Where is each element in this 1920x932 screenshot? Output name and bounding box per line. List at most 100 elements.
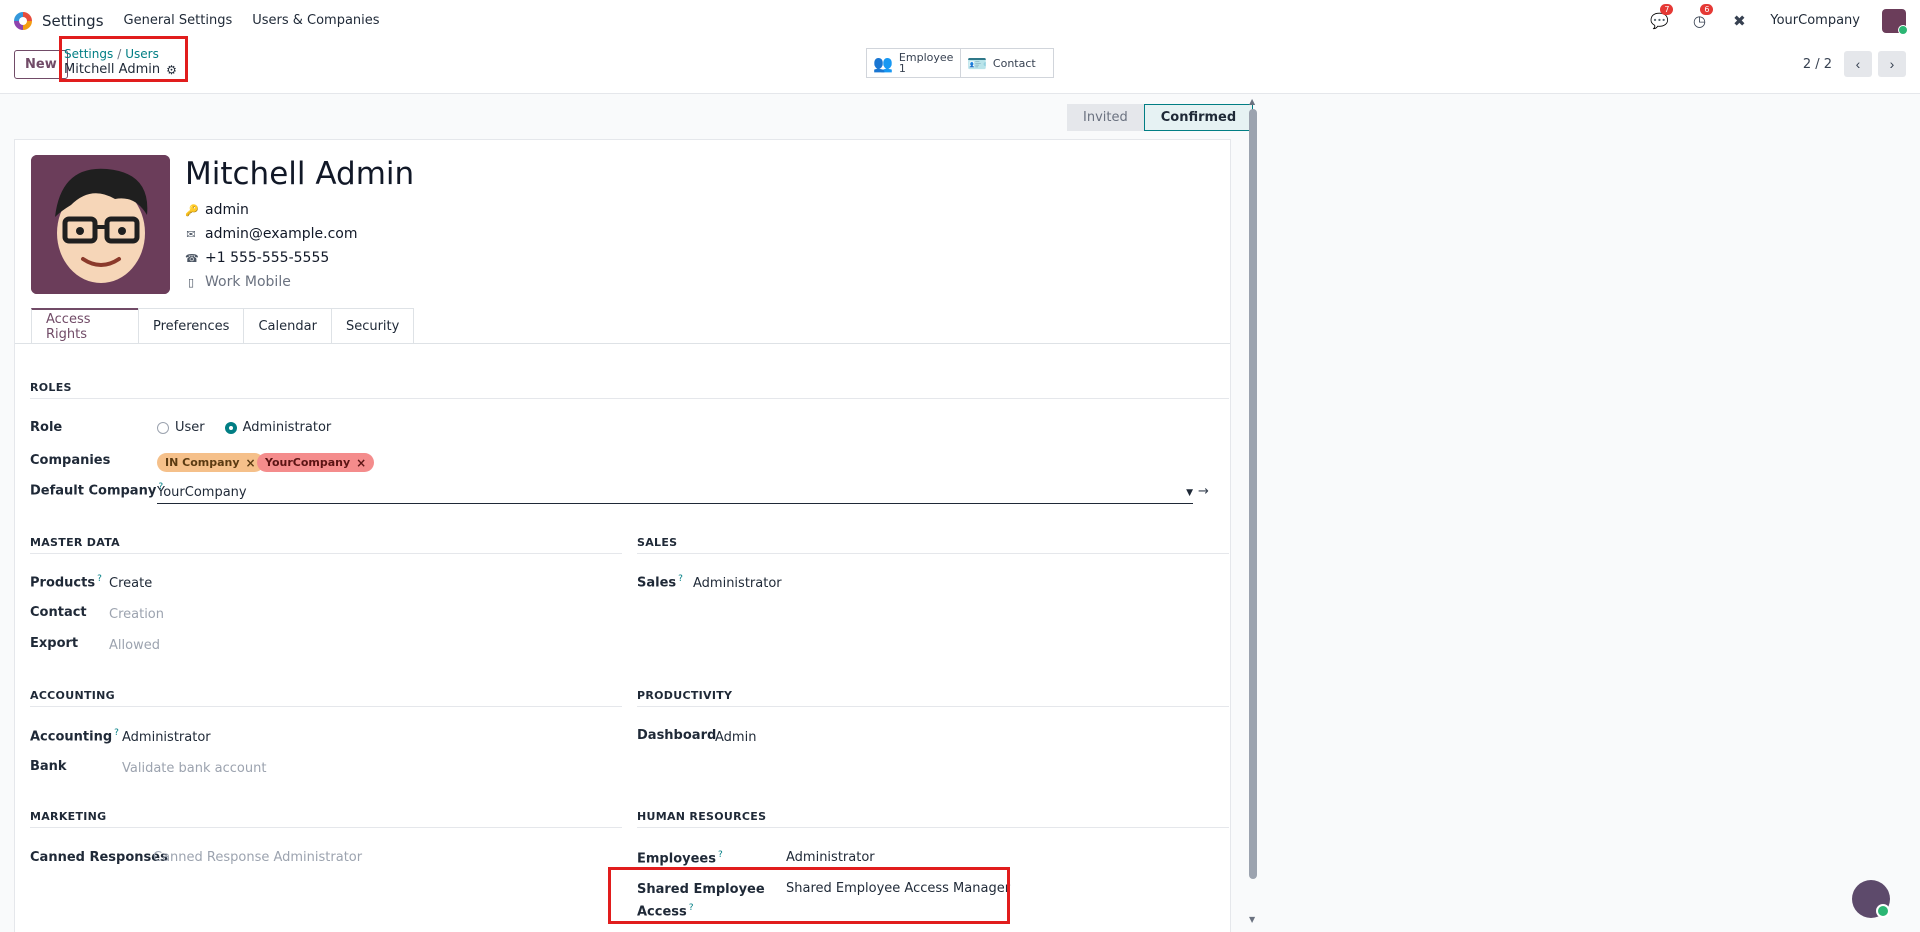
export-label: Export [30,636,79,651]
accounting-label: Accounting? [30,728,119,745]
tab-calendar[interactable]: Calendar [243,308,332,343]
contact-select[interactable]: Creation [109,607,164,622]
employee-smart-count: 1 [898,62,906,75]
user-avatar[interactable] [1882,8,1908,35]
user-name[interactable]: Mitchell Admin [185,156,414,192]
activities-clock-icon[interactable]: ◷ 6 [1690,3,1714,30]
breadcrumb-highlight-box [59,36,188,82]
contact-smart-label: Contact [992,56,1036,70]
remove-tag-icon[interactable]: × [246,456,256,470]
messages-badge: 7 [1660,3,1674,15]
user-photo-image [31,155,170,294]
smart-buttons: 👥 Employee 1 🪪 Contact [866,48,1054,78]
phone-icon: ☎ [185,251,199,265]
section-roles-rule [30,398,1229,399]
help-icon[interactable]: ? [97,574,102,584]
systray: 💬 7 ◷ 6 ✖ YourCompany [1650,0,1908,41]
key-icon: 🔑 [185,203,199,217]
chevron-down-icon[interactable]: ▼ [1186,488,1193,498]
canned-responses-select[interactable]: Canned Response Administrator [153,850,362,865]
help-icon[interactable]: ? [678,574,683,584]
messages-icon[interactable]: 💬 7 [1650,3,1674,30]
shared-access-highlight-box [608,867,1010,924]
help-icon[interactable]: ? [114,728,119,738]
section-human-resources-rule [637,827,1229,828]
contact-label: Contact [30,605,87,620]
pager-next-button[interactable]: › [1878,51,1906,77]
status-invited[interactable]: Invited [1067,104,1144,131]
section-productivity-rule [637,706,1229,707]
bank-select[interactable]: Validate bank account [122,761,266,776]
section-accounting: ACCOUNTING [30,689,115,702]
app-name[interactable]: Settings [42,12,104,30]
pager-previous-button[interactable]: ‹ [1844,51,1872,77]
mobile-icon: ▯ [187,275,195,289]
employee-smart-label: Employee [898,51,954,64]
phone-field[interactable]: +1 555-555-5555 [205,250,329,266]
role-radio-group: User Administrator [157,420,345,435]
accounting-select[interactable]: Administrator [122,730,211,745]
section-productivity: PRODUCTIVITY [637,689,733,702]
scroll-down-icon[interactable]: ▼ [1249,915,1255,924]
export-select[interactable]: Allowed [109,638,160,653]
company-switcher[interactable]: YourCompany [1770,13,1860,28]
sales-select[interactable]: Administrator [693,576,782,591]
login-line: 🔑 admin [185,202,249,218]
canned-responses-label: Canned Responses [30,850,168,865]
control-panel: New 👥 Employee 1 🪪 Contact 2 / 2 ‹ › [0,41,1920,94]
status-bar: Invited Confirmed [1067,104,1254,131]
email-field[interactable]: admin@example.com [205,226,357,242]
employee-smart-button[interactable]: 👥 Employee 1 [866,48,961,78]
tab-access-rights[interactable]: Access Rights [31,308,139,343]
employees-icon: 👥 [873,53,893,73]
status-confirmed[interactable]: Confirmed [1143,104,1254,131]
products-label: Products? [30,574,102,591]
contact-smart-button[interactable]: 🪪 Contact [961,48,1054,78]
remove-tag-icon[interactable]: × [356,456,366,470]
section-marketing: MARKETING [30,810,107,823]
help-icon[interactable]: ? [718,850,723,860]
contact-card-icon: 🪪 [967,53,987,73]
tab-preferences[interactable]: Preferences [138,308,245,343]
menu-users-companies[interactable]: Users & Companies [252,13,379,28]
phone-line: ☎ +1 555-555-5555 [185,250,329,266]
activities-badge: 6 [1700,3,1714,15]
internal-link-arrow-icon[interactable]: → [1198,484,1209,499]
menu-general-settings[interactable]: General Settings [124,13,233,28]
default-company-select[interactable]: YourCompany ▼ [157,482,1193,504]
employees-select[interactable]: Administrator [786,850,875,865]
section-accounting-rule [30,706,622,707]
section-master-data-rule [30,553,622,554]
dashboard-select[interactable]: Admin [715,730,756,745]
role-administrator-label[interactable]: Administrator [243,420,332,435]
company-tag-in-company: IN Company × [157,453,264,472]
dashboard-label: Dashboard [637,728,717,743]
mobile-line: ▯ Work Mobile [185,274,291,290]
scroll-up-icon[interactable]: ▲ [1249,97,1255,106]
section-sales-rule [637,553,1229,554]
scroll-thumb[interactable] [1249,109,1257,879]
login-field[interactable]: admin [205,202,249,218]
debug-tools-icon[interactable]: ✖ [1730,12,1748,30]
role-user-label[interactable]: User [175,420,205,435]
pager: 2 / 2 ‹ › [1803,51,1906,77]
section-master-data: MASTER DATA [30,536,120,549]
role-administrator-radio[interactable] [224,421,237,434]
form-scrollbar[interactable]: ▲ ▼ [1247,95,1259,932]
section-roles: ROLES [30,381,72,394]
company-tag-in-company-label: IN Company [165,456,240,469]
products-select[interactable]: Create [109,576,152,591]
user-photo[interactable] [31,155,170,294]
employees-label: Employees? [637,850,723,867]
envelope-icon: ✉ [186,227,196,241]
mobile-field[interactable]: Work Mobile [205,274,291,290]
bank-label: Bank [30,759,67,774]
section-human-resources: HUMAN RESOURCES [637,810,767,823]
pager-value[interactable]: 2 / 2 [1803,57,1832,72]
role-user-radio[interactable] [157,421,169,434]
company-tag-yourcompany: YourCompany × [257,453,375,472]
tab-security[interactable]: Security [330,308,415,343]
chat-bubble-avatar[interactable] [1852,880,1890,918]
form-sheet: Mitchell Admin 🔑 admin ✉ admin@example.c… [14,139,1231,932]
app-logo-icon[interactable] [14,11,32,30]
